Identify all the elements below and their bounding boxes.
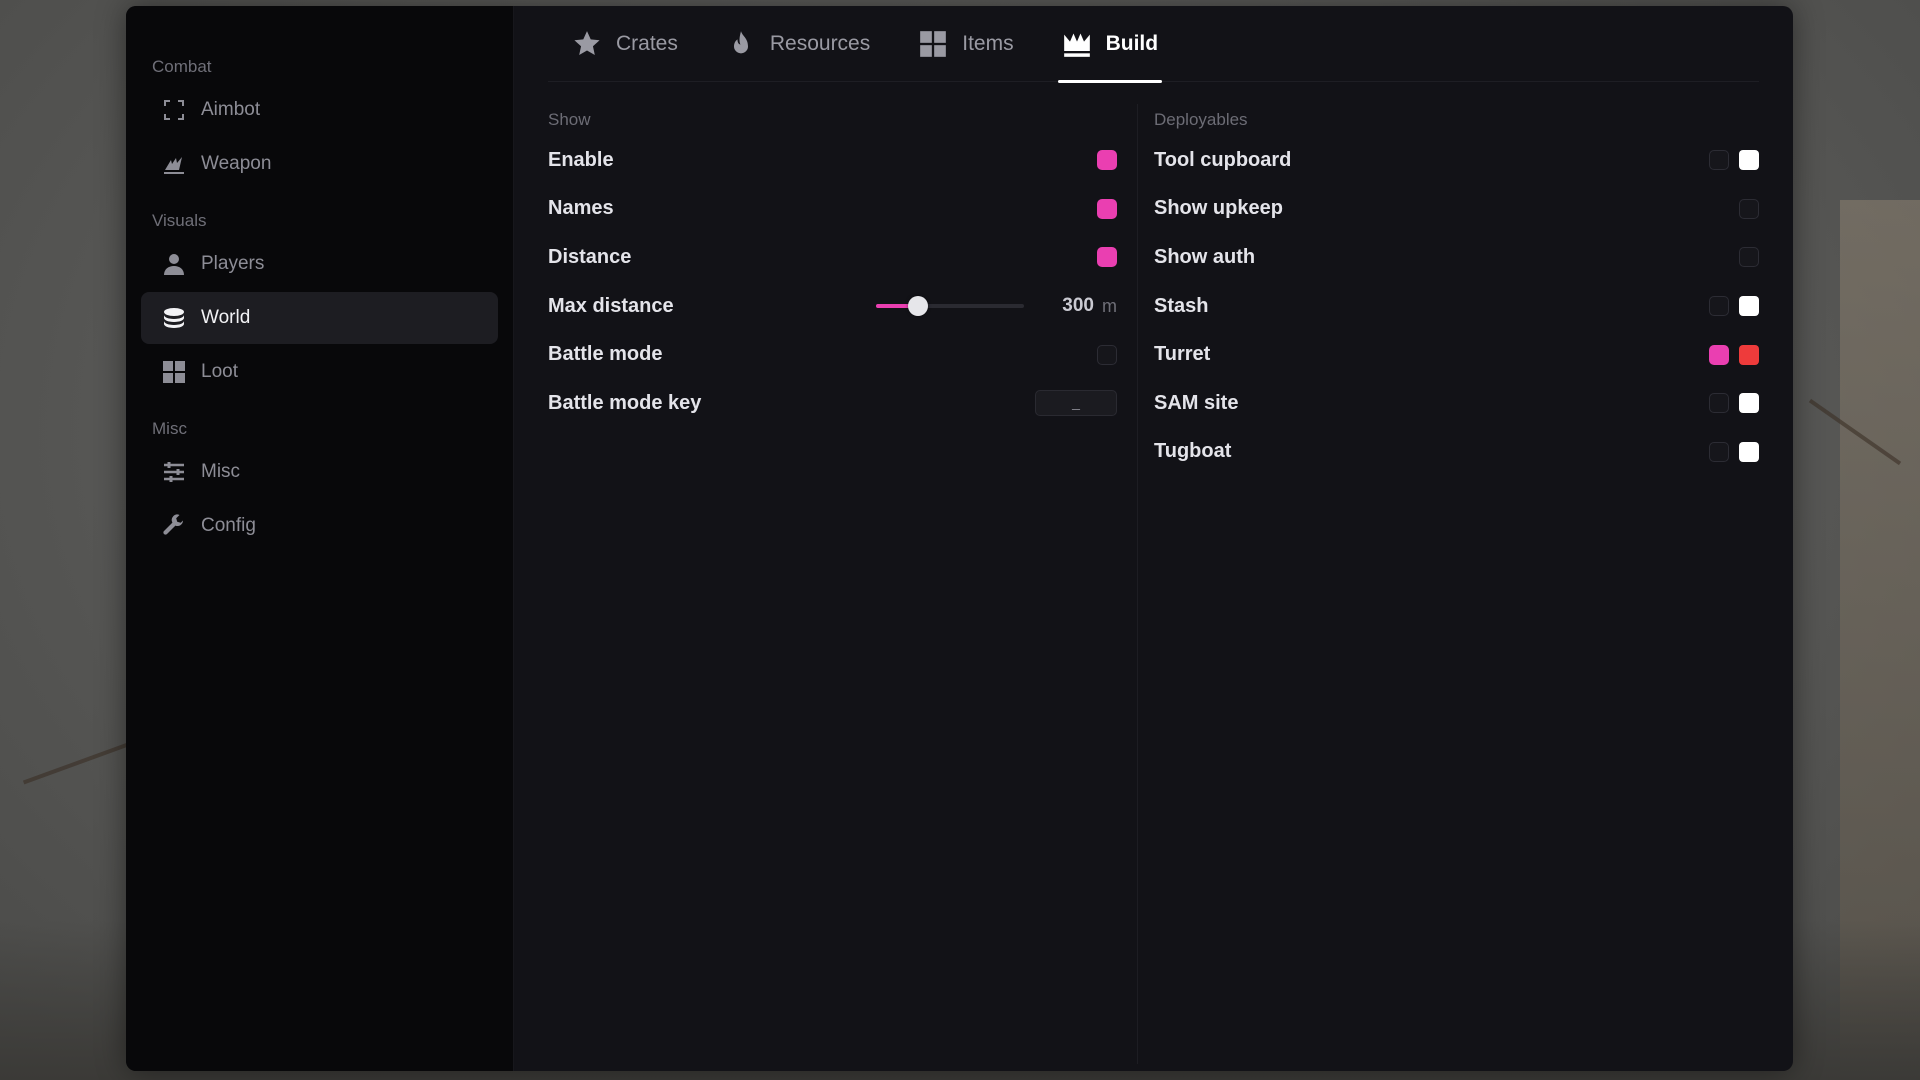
names-checkbox[interactable] — [1097, 198, 1117, 219]
setting-label: Show auth — [1154, 245, 1256, 268]
sidebar-item-label: World — [201, 307, 251, 328]
sidebar-item-label: Loot — [201, 361, 238, 382]
turret-checkbox[interactable] — [1709, 344, 1729, 365]
section-label-visuals: Visuals — [152, 211, 207, 230]
setting-row-enable: Enable — [548, 136, 1117, 185]
stash-checkbox[interactable] — [1709, 296, 1729, 317]
tab-bar: Crates Resources Items Build — [548, 6, 1759, 83]
deployable-row-turret: Turret — [1154, 330, 1759, 379]
section-label-misc: Misc — [152, 419, 187, 438]
crosshair-frame-icon — [161, 97, 187, 123]
tab-label: Crates — [616, 31, 678, 55]
setting-row-distance: Distance — [548, 233, 1117, 282]
grid-icon — [161, 359, 187, 385]
max-distance-slider[interactable] — [876, 296, 1025, 317]
sidebar: Combat Aimbot Weapon Visuals Players Wor… — [126, 6, 514, 1071]
setting-row-battle-mode: Battle mode — [548, 330, 1117, 379]
setting-label: Tool cupboard — [1154, 148, 1292, 171]
tab-items[interactable]: Items — [918, 6, 1014, 82]
tab-build[interactable]: Build — [1057, 6, 1162, 83]
row-controls — [1709, 150, 1759, 171]
sidebar-item-aimbot[interactable]: Aimbot — [141, 84, 498, 136]
setting-row-names: Names — [548, 185, 1117, 234]
row-controls — [1709, 344, 1759, 365]
enable-checkbox[interactable] — [1097, 150, 1117, 171]
sidebar-item-label: Aimbot — [201, 99, 261, 120]
tool-cupboard-checkbox[interactable] — [1709, 150, 1729, 171]
deployables-column: Deployables Tool cupboard Show upkeep Sh… — [1138, 104, 1759, 1064]
sidebar-item-label: Misc — [201, 461, 241, 482]
slider-knob[interactable] — [907, 296, 928, 317]
show-auth-checkbox[interactable] — [1739, 247, 1759, 268]
setting-label: Distance — [548, 245, 632, 268]
sidebar-item-loot[interactable]: Loot — [141, 346, 498, 398]
turret-color-swatch[interactable] — [1739, 344, 1759, 365]
deployable-row-show-auth: Show auth — [1154, 233, 1759, 282]
row-controls — [1709, 393, 1759, 414]
flame-icon — [726, 29, 756, 59]
stash-color-swatch[interactable] — [1739, 296, 1759, 317]
sidebar-item-world[interactable]: World — [141, 292, 498, 344]
battle-mode-checkbox[interactable] — [1097, 344, 1117, 365]
battle-mode-keybind[interactable]: _ — [1035, 390, 1117, 417]
setting-label: Show upkeep — [1154, 197, 1283, 220]
person-icon — [161, 251, 187, 277]
setting-label: Enable — [548, 148, 614, 171]
background-branch — [22, 739, 138, 785]
wrench-icon — [161, 513, 187, 539]
sidebar-item-label: Config — [201, 515, 256, 536]
show-upkeep-checkbox[interactable] — [1739, 198, 1759, 219]
sam-site-checkbox[interactable] — [1709, 393, 1729, 414]
setting-label: Turret — [1154, 343, 1211, 366]
setting-label: Stash — [1154, 294, 1209, 317]
globe-stack-icon — [161, 305, 187, 331]
setting-label: Battle mode key — [548, 391, 702, 414]
tab-crates[interactable]: Crates — [572, 6, 678, 82]
max-distance-value: 300 — [1062, 295, 1094, 317]
distance-checkbox[interactable] — [1097, 247, 1117, 268]
settings-columns: Show Enable Names Distance Max distance — [548, 104, 1759, 1064]
deployable-row-tool-cupboard: Tool cupboard — [1154, 136, 1759, 185]
tab-label: Build — [1105, 31, 1159, 55]
sidebar-item-weapon[interactable]: Weapon — [141, 138, 498, 190]
setting-label: Max distance — [548, 294, 674, 317]
crown-icon — [1062, 29, 1092, 59]
deployable-row-show-upkeep: Show upkeep — [1154, 185, 1759, 234]
tool-cupboard-color-swatch[interactable] — [1739, 150, 1759, 171]
sam-site-color-swatch[interactable] — [1739, 393, 1759, 414]
grid-icon — [918, 29, 948, 59]
section-title-deployables: Deployables — [1154, 110, 1248, 129]
sidebar-item-config[interactable]: Config — [141, 500, 498, 552]
setting-label: SAM site — [1154, 391, 1239, 414]
row-controls — [1709, 296, 1759, 317]
sidebar-item-label: Weapon — [201, 153, 272, 174]
setting-label: Tugboat — [1154, 440, 1232, 463]
tugboat-checkbox[interactable] — [1709, 441, 1729, 462]
tugboat-color-swatch[interactable] — [1739, 441, 1759, 462]
tab-resources[interactable]: Resources — [726, 6, 870, 82]
deployable-row-sam-site: SAM site — [1154, 379, 1759, 428]
deployable-row-stash: Stash — [1154, 282, 1759, 331]
deployable-row-tugboat: Tugboat — [1154, 428, 1759, 477]
setting-label: Names — [548, 197, 614, 220]
show-column: Show Enable Names Distance Max distance — [548, 104, 1138, 1064]
main-panel: Crates Resources Items Build Show Enable… — [514, 6, 1793, 1071]
row-controls — [1709, 441, 1759, 462]
section-title-show: Show — [548, 110, 591, 129]
sidebar-item-players[interactable]: Players — [141, 238, 498, 290]
sidebar-item-label: Players — [201, 253, 265, 274]
tab-label: Resources — [769, 31, 871, 55]
sliders-icon — [161, 459, 187, 485]
star-icon — [572, 29, 602, 59]
section-label-combat: Combat — [152, 57, 212, 76]
weapon-icon — [161, 151, 187, 177]
setting-label: Battle mode — [548, 343, 663, 366]
setting-row-max-distance: Max distance 300 m — [548, 282, 1117, 331]
max-distance-unit: m — [1102, 295, 1117, 316]
cheat-menu-window: Combat Aimbot Weapon Visuals Players Wor… — [126, 6, 1793, 1071]
setting-row-battle-mode-key: Battle mode key _ — [548, 379, 1117, 428]
sidebar-item-misc[interactable]: Misc — [141, 446, 498, 498]
max-distance-control: 300 m — [876, 295, 1117, 317]
tab-label: Items — [962, 31, 1014, 55]
